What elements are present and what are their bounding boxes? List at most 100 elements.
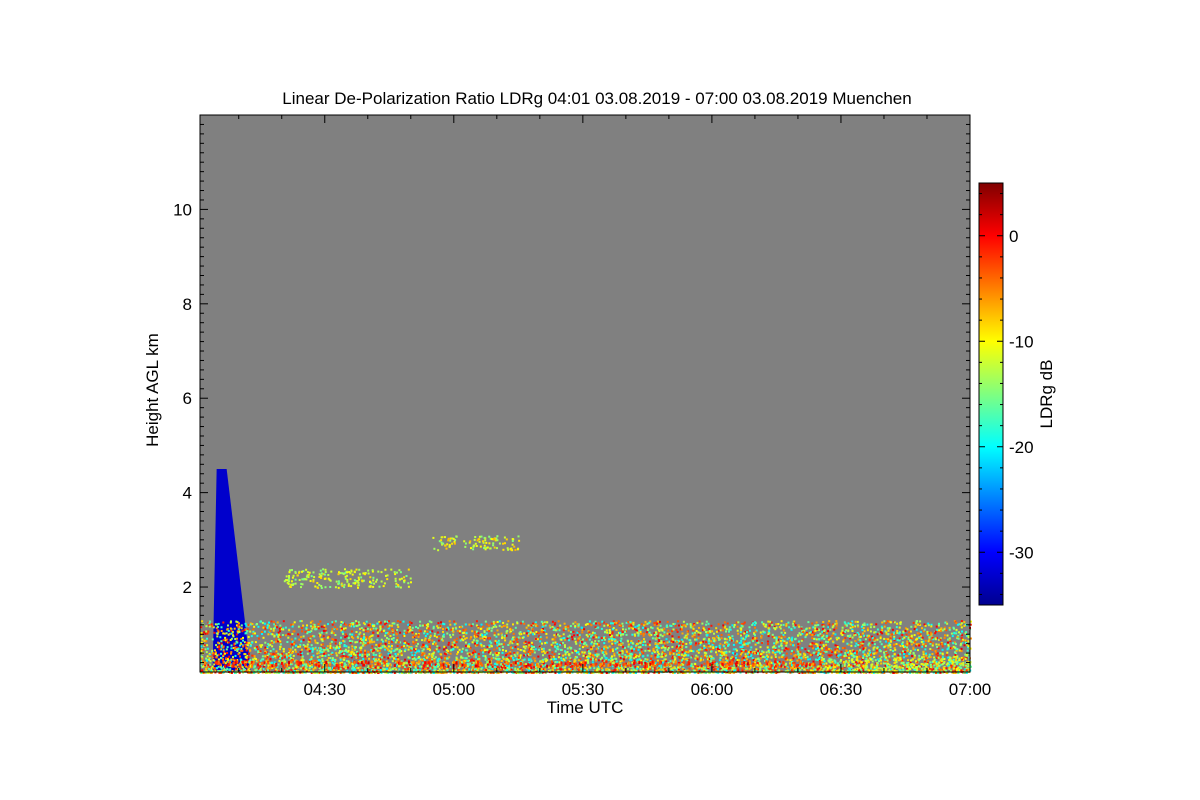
heat-cell xyxy=(966,649,969,652)
heat-cell xyxy=(624,666,627,669)
heat-cell xyxy=(932,642,935,645)
heat-cell xyxy=(703,662,706,665)
heat-cell xyxy=(785,667,788,670)
heat-cell xyxy=(554,636,557,639)
heat-cell xyxy=(718,638,721,641)
heat-cell xyxy=(960,650,963,653)
heat-cell xyxy=(737,669,740,672)
heat-cell xyxy=(254,641,257,644)
heat-cell xyxy=(533,651,536,654)
heat-cell xyxy=(481,637,484,640)
heat-cell xyxy=(774,658,777,661)
heat-cell xyxy=(880,643,883,646)
heat-cell xyxy=(671,637,674,640)
heat-cell xyxy=(314,639,317,642)
heat-cell xyxy=(747,655,750,658)
heat-cell xyxy=(226,627,229,630)
heat-cell xyxy=(327,654,330,656)
heat-cell xyxy=(709,645,712,648)
heat-cell xyxy=(493,634,496,637)
heat-cell xyxy=(883,651,885,654)
heat-cell xyxy=(806,655,809,658)
heat-cell xyxy=(283,654,286,657)
heat-cell xyxy=(889,648,892,651)
heat-cell xyxy=(674,658,677,661)
heat-cell xyxy=(247,652,250,655)
heat-cell xyxy=(816,654,819,656)
heat-cell xyxy=(519,648,522,651)
heat-cell xyxy=(654,664,657,667)
heat-cell xyxy=(551,651,554,654)
heat-cell xyxy=(437,639,440,642)
heat-cell xyxy=(615,660,618,663)
heat-cell xyxy=(490,663,493,666)
heat-cell xyxy=(276,626,279,629)
heat-cell xyxy=(517,662,520,665)
heat-cell xyxy=(741,646,744,648)
heat-cell xyxy=(793,651,795,654)
heat-cell xyxy=(257,648,259,651)
heat-cell xyxy=(279,645,282,648)
heat-cell xyxy=(691,625,694,628)
heat-cell xyxy=(646,658,649,661)
heat-cell xyxy=(496,666,499,668)
heat-cell xyxy=(358,669,361,672)
heat-cell xyxy=(397,626,400,628)
heat-cell xyxy=(871,641,874,644)
heat-cell xyxy=(899,656,902,659)
heat-cell xyxy=(364,655,367,658)
heat-cell xyxy=(540,668,543,671)
heat-cell xyxy=(382,640,384,643)
heat-cell xyxy=(825,662,828,665)
heat-cell xyxy=(737,632,740,635)
heat-cell xyxy=(377,635,380,638)
heat-cell xyxy=(903,656,906,659)
heat-cell xyxy=(940,627,943,630)
heat-cell xyxy=(863,630,866,633)
heat-cell xyxy=(695,668,698,671)
heat-cell xyxy=(216,623,218,626)
heat-cell xyxy=(948,628,951,631)
heat-cell xyxy=(938,667,941,670)
heat-cell xyxy=(933,656,936,659)
heat-cell xyxy=(576,634,579,637)
heat-cell xyxy=(311,665,313,668)
heat-cell xyxy=(621,625,624,628)
heat-cell xyxy=(415,626,417,628)
heat-cell xyxy=(740,650,743,653)
heat-cell xyxy=(793,626,796,629)
heat-cell xyxy=(797,624,800,627)
heat-cell xyxy=(946,648,949,651)
heat-cell xyxy=(218,653,221,656)
heat-cell xyxy=(844,652,847,654)
heat-cell xyxy=(277,631,280,634)
heat-cell xyxy=(266,624,269,627)
heat-cell xyxy=(572,630,575,633)
heat-cell xyxy=(941,652,944,655)
heat-cell xyxy=(854,620,857,623)
heat-cell xyxy=(780,656,783,658)
heat-cell xyxy=(229,627,232,630)
heat-cell xyxy=(252,628,255,631)
heat-cell xyxy=(686,623,689,626)
heat-cell xyxy=(448,620,451,623)
heat-cell xyxy=(636,643,638,645)
heat-cell xyxy=(634,665,637,668)
heat-cell xyxy=(214,649,216,652)
heat-cell xyxy=(359,627,361,630)
heat-cell xyxy=(927,660,930,662)
heat-cell xyxy=(644,623,647,626)
heat-cell xyxy=(230,629,233,632)
heat-cell xyxy=(847,630,850,633)
heat-cell xyxy=(618,624,621,627)
heat-cell xyxy=(275,638,278,641)
heat-cell xyxy=(857,644,860,646)
heat-cell xyxy=(515,638,518,641)
heat-cell xyxy=(464,628,467,631)
heat-cell xyxy=(546,659,549,662)
heat-cell xyxy=(560,648,562,651)
heat-cell xyxy=(813,633,816,636)
heat-cell xyxy=(440,653,443,656)
heat-cell xyxy=(600,627,603,630)
heat-cell xyxy=(738,659,741,662)
